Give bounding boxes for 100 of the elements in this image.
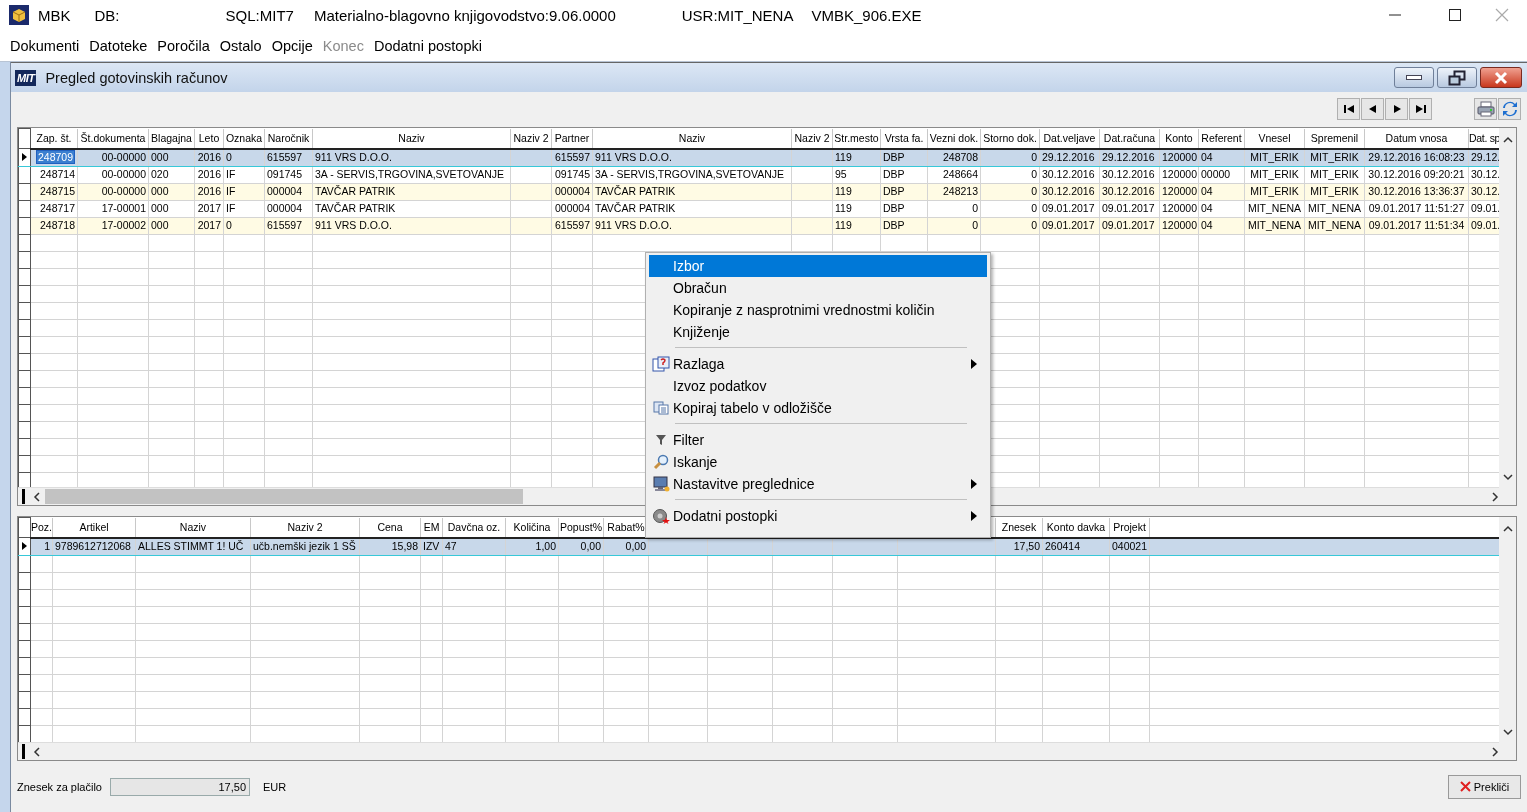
table-cell: 040021 (1112, 540, 1148, 552)
column-header[interactable]: Konto (1159, 128, 1199, 149)
column-header[interactable]: Naročnik (264, 128, 313, 149)
next-record-button[interactable] (1385, 97, 1408, 120)
previous-record-button[interactable] (1361, 97, 1384, 120)
refresh-button[interactable] (1498, 97, 1521, 120)
table-cell: 248664 (942, 168, 978, 180)
column-header[interactable]: Storno dok. (980, 128, 1040, 149)
menu-item[interactable]: Izvoz podatkov (649, 375, 987, 397)
table-cell: 2016 (197, 168, 221, 180)
column-header[interactable]: Blagajna (148, 128, 195, 149)
column-header[interactable]: Spremenil (1304, 128, 1365, 149)
table-cell: 248213 (942, 185, 978, 197)
column-header[interactable]: Datum vnosa (1364, 128, 1469, 149)
program-title: Materialno-blagovno knjigovodstvo:9.06.0000 (313, 6, 616, 24)
column-header[interactable]: Količina (505, 517, 559, 538)
column-header[interactable]: Projekt (1109, 517, 1150, 538)
scroll-left-icon[interactable] (33, 746, 41, 757)
column-header[interactable]: Referent (1198, 128, 1245, 149)
column-header[interactable]: Partner (551, 128, 593, 149)
table-cell: 0 (972, 219, 978, 231)
restore-icon (1448, 69, 1466, 86)
menu-item[interactable]: Knjiženje (649, 321, 987, 343)
column-header[interactable]: Naziv (312, 128, 511, 149)
first-record-button[interactable] (1337, 97, 1360, 120)
column-header[interactable]: Davčna oz. (442, 517, 506, 538)
menu-item[interactable]: Poročila (157, 37, 210, 54)
table-cell: 615597 (554, 219, 590, 231)
user-label: USR:MIT_NENA (681, 6, 794, 24)
column-header[interactable]: Dat.veljave (1039, 128, 1100, 149)
print-button[interactable] (1474, 97, 1497, 120)
menu-item[interactable]: Obračun (649, 277, 987, 299)
column-header[interactable]: Artikel (52, 517, 136, 538)
last-record-button[interactable] (1409, 97, 1432, 120)
menu-item[interactable]: Datoteke (89, 37, 148, 54)
restore-button[interactable] (1437, 67, 1477, 88)
column-header[interactable]: Znesek (995, 517, 1043, 538)
column-header[interactable]: Vezni dok. (927, 128, 981, 149)
scroll-right-icon[interactable] (1491, 746, 1499, 757)
table-cell: 29.12.2016 (1102, 151, 1155, 163)
table-cell: 0 (1031, 151, 1037, 163)
column-header[interactable]: Cena (359, 517, 421, 538)
column-header[interactable]: Vnesel (1244, 128, 1305, 149)
scrollbar-thumb[interactable] (45, 489, 523, 504)
menu-item[interactable]: Kopiranje z nasprotnimi vrednostmi količin (649, 299, 987, 321)
table-cell: 248714 (39, 168, 75, 180)
column-header[interactable]: Vrsta fa. (880, 128, 928, 149)
menu-item[interactable]: Dodatni postopki (373, 37, 482, 54)
column-header[interactable]: Leto (194, 128, 224, 149)
table-cell: IF (226, 202, 236, 214)
scroll-up-icon[interactable] (1502, 136, 1513, 144)
column-header[interactable]: Naziv (135, 517, 251, 538)
table-cell: IZV (423, 540, 440, 552)
menu-item[interactable]: Dokumenti (10, 37, 80, 54)
menu-item[interactable]: Izbor (649, 255, 987, 277)
table-cell: 120000 (1162, 219, 1198, 231)
table-cell: 120000 (1162, 185, 1198, 197)
table-cell: 091745 (267, 168, 303, 180)
maximize-icon[interactable] (1449, 9, 1461, 21)
scroll-right-icon[interactable] (1491, 491, 1499, 502)
menu-item[interactable]: Nastavitve preglednice (649, 473, 987, 495)
menu-item[interactable]: Razlaga (649, 353, 987, 375)
table-cell: 29.12.2016 (1042, 151, 1095, 163)
amount-field[interactable]: 17,50 (110, 777, 250, 796)
scroll-down-icon[interactable] (1502, 473, 1513, 481)
table-cell: 04 (1201, 151, 1213, 163)
search-icon (653, 454, 669, 470)
minimize-button[interactable] (1394, 67, 1434, 88)
column-header[interactable]: Naziv (592, 128, 792, 149)
menu-item[interactable]: Dodatni postopki (649, 505, 987, 527)
column-header[interactable]: Št.dokumenta (77, 128, 149, 149)
column-header[interactable]: Dat. sp (1468, 128, 1499, 149)
column-header[interactable]: EM (420, 517, 443, 538)
close-button[interactable] (1480, 67, 1522, 88)
menu-item[interactable]: Filter (649, 429, 987, 451)
menu-item[interactable]: Iskanje (649, 451, 987, 473)
table-cell: 0 (226, 219, 232, 231)
column-header[interactable]: Poz. (30, 517, 53, 538)
app-name: MBK (38, 6, 71, 24)
column-header[interactable]: Naziv 2 (510, 128, 552, 149)
table-cell: 0,00 (580, 540, 601, 552)
menu-item[interactable]: Kopiraj tabelo v odložišče (649, 397, 987, 419)
table-cell: 09.01. (1471, 202, 1499, 214)
refresh-icon (1501, 100, 1518, 117)
column-header[interactable]: Zap. št. (30, 128, 78, 149)
column-header[interactable]: Popust% (558, 517, 604, 538)
table-cell: 30.12.2016 (1042, 185, 1095, 197)
column-header[interactable]: Konto davka (1042, 517, 1110, 538)
scroll-up-icon[interactable] (1502, 525, 1513, 533)
cancel-button[interactable]: Prekliči (1448, 774, 1521, 799)
column-header[interactable]: Oznaka (223, 128, 265, 149)
menu-item[interactable]: Opcije (271, 37, 313, 54)
column-header[interactable]: Naziv 2 (791, 128, 833, 149)
table-cell: IF (226, 185, 236, 197)
scroll-left-icon[interactable] (33, 491, 41, 502)
column-header[interactable]: Naziv 2 (250, 517, 360, 538)
scroll-down-icon[interactable] (1502, 728, 1513, 736)
column-header[interactable]: Dat.računa (1099, 128, 1160, 149)
column-header[interactable]: Str.mesto (832, 128, 881, 149)
menu-item[interactable]: Ostalo (219, 37, 262, 54)
